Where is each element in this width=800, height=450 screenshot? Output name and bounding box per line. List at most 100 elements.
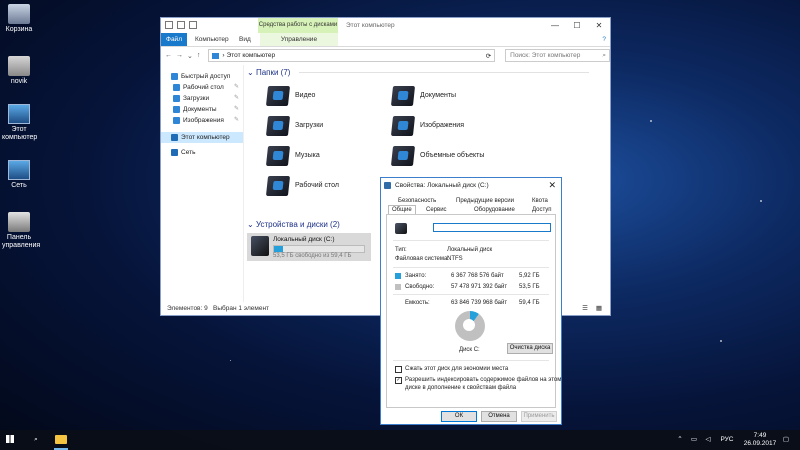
address-box[interactable]: › Этот компьютер ⟳: [208, 49, 496, 62]
network-tray-icon[interactable]: ▭: [688, 430, 700, 450]
clock[interactable]: 7:49 26.09.2017: [742, 432, 778, 448]
computer-icon: [212, 52, 220, 59]
desktop-icon-network[interactable]: Сеть: [2, 160, 36, 190]
desktop-icon-this-pc[interactable]: Этот компьютер: [2, 104, 37, 142]
back-icon[interactable]: ←: [165, 52, 172, 59]
window-title: Этот компьютер: [346, 22, 395, 29]
tab-view[interactable]: Вид: [239, 33, 251, 46]
tab-file[interactable]: Файл: [161, 33, 187, 46]
pin-icon[interactable]: ✎: [234, 115, 239, 126]
tab-computer[interactable]: Компьютер: [195, 33, 229, 46]
tab-manage[interactable]: Управление: [260, 33, 338, 46]
desktop-folder-icon: [265, 176, 291, 196]
type-label: Тип:: [395, 247, 407, 253]
breadcrumb-separator-icon: ›: [222, 52, 225, 59]
folder-icon[interactable]: [189, 21, 197, 29]
group-header-devices[interactable]: ⌄ Устройства и диски (2): [247, 220, 340, 229]
forward-icon[interactable]: →: [176, 52, 183, 59]
up-icon[interactable]: ↑: [197, 52, 201, 59]
address-bar-row: ← → ⌄ ↑ › Этот компьютер ⟳ Поиск: Этот к…: [161, 47, 610, 64]
desktop-icon-label: Сеть: [11, 182, 27, 189]
index-label-line1: Разрешить индексировать содержимое файло…: [405, 377, 562, 383]
input-language[interactable]: РУС: [716, 430, 738, 450]
nav-item-label: Документы: [183, 106, 217, 113]
pin-icon[interactable]: ✎: [234, 104, 239, 115]
apply-button[interactable]: Применить: [521, 411, 557, 422]
details-view-icon[interactable]: ☰: [582, 303, 588, 315]
desktop-icon-label: Корзина: [5, 26, 33, 33]
nav-item-network[interactable]: Сеть: [161, 147, 243, 158]
ok-button[interactable]: ОК: [441, 411, 477, 422]
used-gb: 5,92 ГБ: [519, 273, 540, 279]
index-checkbox[interactable]: ✓: [395, 377, 402, 384]
folder-label: Рабочий стол: [295, 182, 339, 189]
nav-item-desktop[interactable]: Рабочий стол ✎: [161, 82, 243, 93]
title-bar: Средства работы с дисками Этот компьютер…: [161, 18, 610, 33]
drive-icon: [384, 182, 391, 189]
status-item-count: Элементов: 9: [167, 305, 208, 312]
folder-music[interactable]: Музыка: [265, 146, 397, 170]
pin-icon[interactable]: ✎: [234, 82, 239, 93]
notifications-icon[interactable]: ▢: [780, 430, 792, 450]
volume-icon[interactable]: ◁: [702, 430, 714, 450]
desktop-icon-label: novik: [10, 78, 28, 85]
pin-icon[interactable]: ✎: [234, 93, 239, 104]
nav-item-label: Быстрый доступ: [181, 73, 231, 80]
folder-documents[interactable]: Документы: [390, 86, 522, 110]
search-icon[interactable]: ⌕: [26, 430, 46, 450]
control-panel-icon: [8, 212, 30, 232]
recent-dropdown-icon[interactable]: ⌄: [187, 52, 193, 60]
nav-item-quick-access[interactable]: Быстрый доступ: [161, 71, 243, 82]
group-header-folders[interactable]: ⌄ Папки (7): [247, 68, 589, 77]
used-space-swatch: [395, 273, 401, 279]
nav-item-downloads[interactable]: Загрузки ✎: [161, 93, 243, 104]
separator: [393, 240, 549, 241]
disk-caption: Диск C:: [459, 347, 480, 353]
tray-expand-icon[interactable]: ⌃: [674, 430, 686, 450]
pictures-icon: [173, 117, 180, 124]
close-icon[interactable]: ✕: [588, 18, 610, 33]
cancel-button[interactable]: Отмена: [481, 411, 517, 422]
tiles-view-icon[interactable]: ▦: [596, 303, 602, 315]
desktop-icon-control-panel[interactable]: Панель управления: [2, 212, 41, 250]
file-explorer-taskbar-icon[interactable]: [52, 430, 70, 450]
filesystem-label: Файловая система:: [395, 256, 450, 262]
folder-downloads[interactable]: Загрузки: [265, 116, 397, 140]
drive-icon: [251, 236, 269, 256]
nav-item-pictures[interactable]: Изображения ✎: [161, 115, 243, 126]
nav-item-label: Рабочий стол: [183, 84, 224, 91]
nav-item-documents[interactable]: Документы ✎: [161, 104, 243, 115]
folder-label: Объемные объекты: [420, 152, 485, 159]
nav-item-this-pc[interactable]: Этот компьютер: [161, 132, 243, 143]
folder-pictures[interactable]: Изображения: [390, 116, 522, 140]
minimize-icon[interactable]: —: [544, 18, 566, 33]
checkmark-icon[interactable]: [177, 21, 185, 29]
drive-label-input[interactable]: [433, 223, 551, 232]
properties-icon[interactable]: [165, 21, 173, 29]
folder-label: Музыка: [295, 152, 320, 159]
separator: [393, 360, 549, 361]
desktop-icon-label: Панель управления: [2, 234, 41, 249]
desktop-icon-user-folder[interactable]: novik: [2, 56, 36, 86]
close-icon[interactable]: ✕: [548, 178, 556, 193]
drive-item-c[interactable]: Локальный диск (C:) 53,5 ГБ свободно из …: [247, 233, 371, 261]
search-input[interactable]: Поиск: Этот компьютер ⌕: [505, 49, 610, 62]
disk-cleanup-button[interactable]: Очистка диска: [507, 343, 553, 354]
free-gb: 53,5 ГБ: [519, 284, 540, 290]
clock-time: 7:49: [753, 432, 767, 439]
compress-checkbox[interactable]: [395, 366, 402, 373]
refresh-icon[interactable]: ⟳: [486, 52, 491, 60]
breadcrumb[interactable]: Этот компьютер: [227, 52, 276, 59]
folder-videos[interactable]: Видео: [265, 86, 397, 110]
folder-3d-objects[interactable]: Объемные объекты: [390, 146, 522, 170]
desktop-icon-recycle-bin[interactable]: Корзина: [2, 4, 36, 34]
drive-icon: [395, 223, 407, 234]
folder-desktop[interactable]: Рабочий стол: [265, 176, 397, 200]
folder-label: Документы: [420, 92, 457, 99]
quick-access-toolbar: [165, 21, 197, 29]
free-space-swatch: [395, 284, 401, 290]
collapse-chevron-icon: ⌄: [247, 220, 254, 229]
start-button[interactable]: [0, 430, 20, 450]
help-icon[interactable]: ?: [602, 33, 606, 46]
maximize-icon[interactable]: ☐: [566, 18, 588, 33]
